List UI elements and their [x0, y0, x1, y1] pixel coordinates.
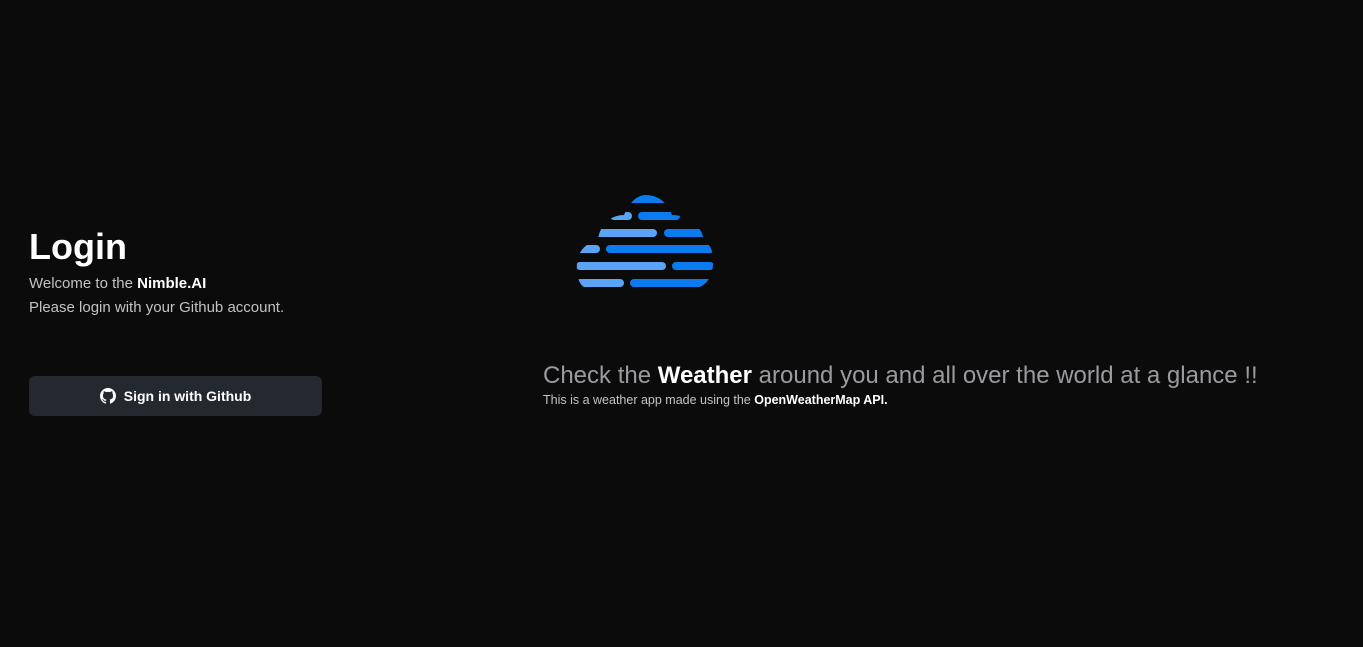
brand-name: Nimble.AI [137, 275, 207, 292]
login-title: Login [29, 226, 127, 267]
api-name: OpenWeatherMap API. [754, 393, 888, 407]
hero-heading-weather: Weather [657, 362, 752, 389]
logo-stripe-4 [582, 229, 657, 237]
login-panel: Login Welcome to the Nimble.AI Please lo… [29, 226, 349, 320]
login-instruction: Please login with your Github account. [29, 299, 285, 316]
github-signin-button[interactable]: Sign in with Github [29, 376, 322, 416]
hero-heading: Check the Weather around you and all ove… [543, 362, 1343, 390]
weather-cloud-logo [576, 193, 714, 291]
hero-heading-suffix: around you and all over the world at a g… [752, 362, 1258, 389]
logo-stripe-3 [638, 212, 680, 220]
logo-stripe-11 [630, 279, 714, 287]
hero-sub-prefix: This is a weather app made using the [543, 393, 755, 407]
logo-stripe-10 [576, 279, 624, 287]
hero-subtitle: This is a weather app made using the Ope… [543, 392, 1343, 408]
welcome-line: Welcome to the Nimble.AI [29, 272, 349, 296]
logo-stripe-5 [664, 229, 712, 237]
logo-stripe-8 [576, 262, 666, 270]
logo-stripe-9 [672, 262, 714, 270]
welcome-prefix: Welcome to the [29, 275, 138, 292]
logo-stripe-7 [606, 245, 714, 253]
github-icon [99, 388, 116, 404]
hero-section: Check the Weather around you and all ove… [543, 362, 1343, 408]
logo-stripe-6 [576, 245, 600, 253]
logo-stripe-2 [610, 212, 632, 220]
login-page: Login Welcome to the Nimble.AI Please lo… [0, 0, 1363, 647]
github-button-label: Sign in with Github [123, 388, 252, 404]
logo-stripe-1 [626, 195, 671, 203]
hero-heading-prefix: Check the [543, 362, 658, 389]
